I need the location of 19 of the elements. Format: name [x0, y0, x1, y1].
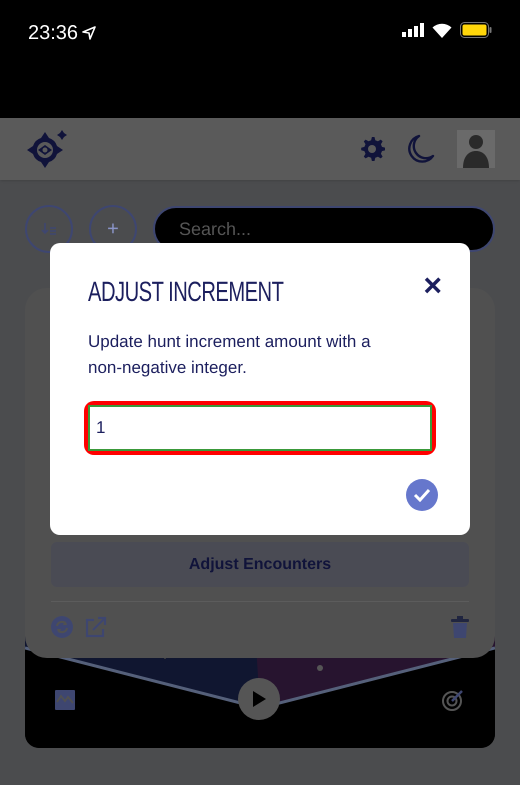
play-icon [251, 690, 267, 708]
confirm-button[interactable] [406, 479, 438, 511]
avatar[interactable] [457, 130, 495, 168]
moon-icon[interactable] [407, 134, 435, 164]
dialog-message: Update hunt increment amount with a non-negative integer. [88, 331, 372, 379]
target-icon[interactable] [441, 688, 465, 712]
status-time: 23:36 [28, 21, 78, 46]
sort-icon [41, 222, 57, 236]
location-arrow-icon [82, 26, 96, 40]
wifi-icon [432, 22, 452, 38]
battery-icon [460, 22, 492, 38]
increment-field[interactable]: 1 [84, 401, 436, 455]
crosshair-logo-icon[interactable] [25, 128, 67, 170]
trash-icon[interactable] [451, 616, 469, 638]
settings-icon[interactable] [359, 136, 385, 162]
signal-icon [402, 23, 424, 37]
dialog-title: ADJUST INCREMENT [88, 275, 284, 309]
checkmark-icon [413, 488, 431, 502]
close-button[interactable]: × [423, 269, 442, 301]
